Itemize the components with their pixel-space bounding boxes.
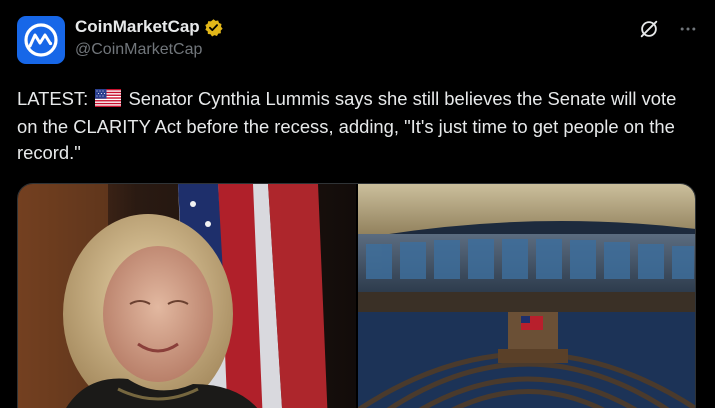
tweet-header: CoinMarketCap @CoinMarketCap bbox=[17, 16, 698, 66]
senator-portrait-photo[interactable] bbox=[18, 184, 356, 408]
tweet-actions bbox=[638, 18, 698, 40]
account-handle[interactable]: @CoinMarketCap bbox=[75, 39, 223, 61]
tweet-media bbox=[17, 183, 696, 408]
verified-badge-icon[interactable] bbox=[204, 18, 223, 37]
tweet-text: LATEST: Senator Cynthia Lummis says she … bbox=[17, 86, 697, 166]
us-flag-icon bbox=[95, 88, 122, 114]
avatar[interactable] bbox=[17, 16, 65, 64]
tweet-prefix: LATEST: bbox=[17, 88, 89, 109]
coinmarketcap-logo-icon bbox=[24, 23, 58, 57]
display-name[interactable]: CoinMarketCap bbox=[75, 17, 200, 37]
account-names: CoinMarketCap @CoinMarketCap bbox=[75, 17, 223, 61]
house-chamber-photo[interactable] bbox=[358, 184, 695, 408]
grok-icon[interactable] bbox=[638, 18, 660, 40]
more-options-icon[interactable] bbox=[678, 19, 698, 39]
